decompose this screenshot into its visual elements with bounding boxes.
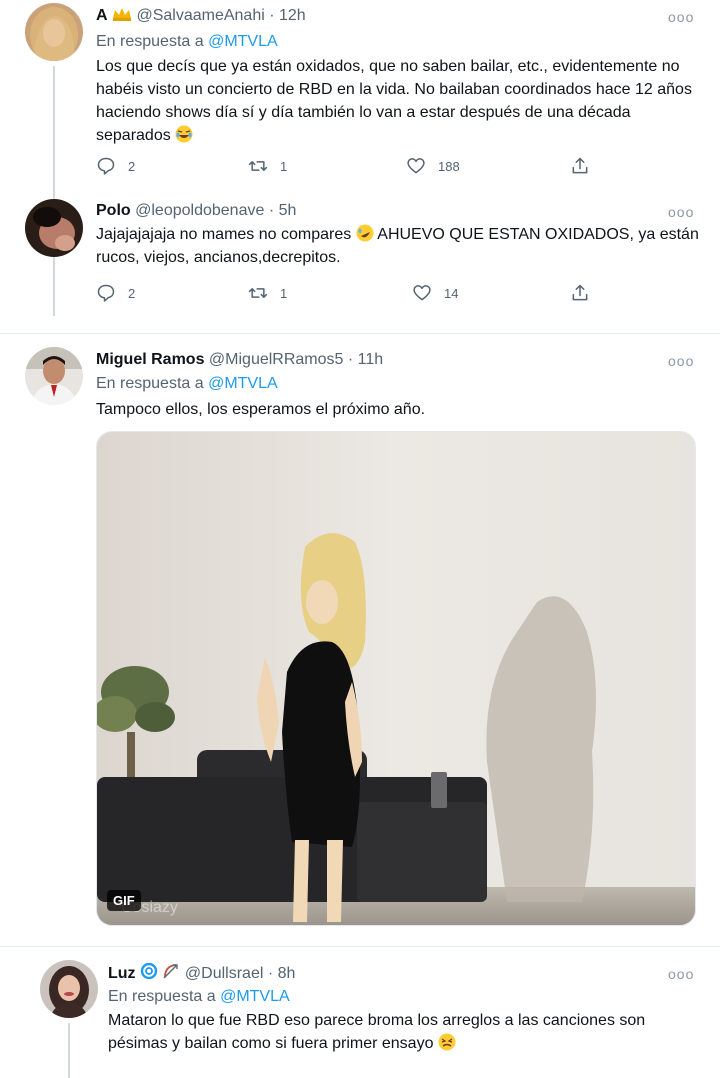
reply-icon [97,284,115,302]
reply-icon [97,157,115,175]
avatar[interactable] [40,960,98,1018]
tweet-text: Jajajajajaja no mames no compares AHUEVO… [96,223,706,269]
heart-icon [407,158,425,174]
timestamp[interactable]: · 12h [269,7,305,24]
retweet-icon [248,161,268,171]
tweet-header: Miguel Ramos @MiguelRRamos5 · 11h [96,350,383,370]
more-options-icon[interactable]: ooo [668,353,694,369]
share-button[interactable] [570,154,602,178]
reply-context: En respuesta a @MTVLA [96,32,278,52]
like-button[interactable]: 14 [412,281,458,305]
action-bar: 2 1 188 [96,154,616,178]
tweet-text: Tampoco ellos, los esperamos el próximo … [96,401,426,418]
display-name[interactable]: Polo [96,202,131,219]
tweet-2[interactable]: Polo @leopoldobenave · 5h ooo Jajajajaja… [0,195,720,315]
persevering-face-emoji-icon [438,1033,456,1051]
retweet-button[interactable]: 1 [248,281,287,305]
avatar[interactable] [25,3,83,61]
reply-mention[interactable]: @MTVLA [208,33,278,50]
retweet-count: 1 [280,158,288,174]
display-name[interactable]: A [96,7,108,24]
reply-context: En respuesta a @MTVLA [96,374,278,394]
tweet-body-part1: Jajajajajaja no mames no compares [96,226,352,243]
retweet-button[interactable]: 1 [248,154,287,178]
thread-line [68,1023,70,1078]
reply-count: 2 [128,285,136,301]
avatar[interactable] [25,199,83,257]
gif-frame-image: Cosiazy [97,432,695,925]
reply-mention[interactable]: @MTVLA [208,375,278,392]
crown-icon [113,8,132,21]
reply-context: En respuesta a @MTVLA [108,987,290,1007]
reply-button[interactable]: 2 [96,154,135,178]
reply-label: En respuesta a [96,375,204,392]
retweet-icon [248,288,268,298]
reply-mention[interactable]: @MTVLA [220,988,290,1005]
tweet-header: A @SalvaameAnahi · 12h [96,6,306,26]
more-options-icon[interactable]: ooo [668,966,694,982]
display-name[interactable]: Miguel Ramos [96,351,204,368]
handle[interactable]: @Dullsrael [185,965,263,982]
like-button[interactable]: 188 [406,154,460,178]
like-count: 14 [444,285,459,301]
tweet-3[interactable]: Miguel Ramos @MiguelRRamos5 · 11h ooo En… [0,334,720,944]
reply-label: En respuesta a [96,33,204,50]
tweet-1[interactable]: A @SalvaameAnahi · 12h ooo En respuesta … [0,0,720,316]
timestamp[interactable]: · 8h [268,965,296,982]
tweet-text: Los que decís que ya están oxidados, que… [96,55,706,147]
gif-badge: GIF [107,890,141,911]
handle[interactable]: @SalvaameAnahi [136,7,264,24]
share-icon [572,157,588,174]
rolling-laughing-emoji-icon [356,224,374,242]
action-bar: 2 1 14 [96,281,616,305]
timestamp[interactable]: · 5h [269,202,297,219]
retweet-count: 1 [280,285,288,301]
handle[interactable]: @leopoldobenave [135,202,264,219]
laughing-emoji-icon [175,125,193,143]
gif-media[interactable]: Cosiazy GIF [96,431,696,926]
swirl-emoji-icon [140,963,158,979]
handle[interactable]: @MiguelRRamos5 [209,351,344,368]
avatar[interactable] [25,347,83,405]
more-options-icon[interactable]: ooo [668,9,694,25]
tweet-header: Polo @leopoldobenave · 5h [96,201,296,221]
timestamp[interactable]: · 11h [348,351,383,368]
tweet-4[interactable]: Luz @Dullsrael · 8h ooo En respuesta a @… [0,947,720,1078]
bow-arrow-emoji-icon [163,964,179,979]
reply-button[interactable]: 2 [96,281,135,305]
share-button[interactable] [570,281,602,305]
share-icon [572,284,588,301]
display-name[interactable]: Luz [108,965,136,982]
more-options-icon[interactable]: ooo [668,204,694,220]
reply-label: En respuesta a [108,988,216,1005]
heart-icon [413,285,431,301]
tweet-header: Luz @Dullsrael · 8h [108,963,295,984]
tweet-text: Mataron lo que fue RBD eso parece broma … [108,1009,703,1055]
like-count: 188 [438,158,460,174]
tweet-body: Mataron lo que fue RBD eso parece broma … [108,1012,646,1052]
reply-count: 2 [128,158,136,174]
